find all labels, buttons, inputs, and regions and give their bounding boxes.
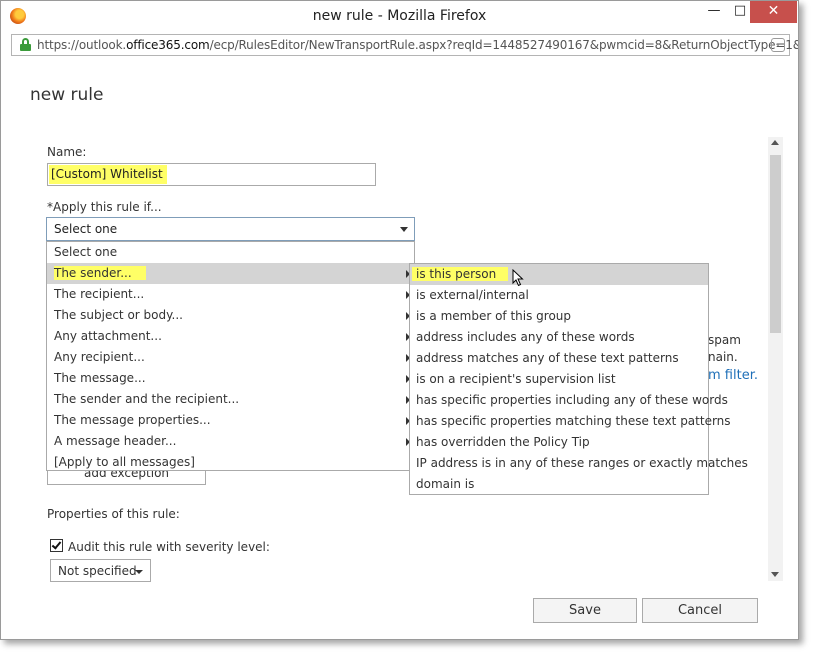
submenu-item-domain-is[interactable]: domain is bbox=[410, 474, 708, 495]
address-bar[interactable]: https://outlook.office365.com/ecp/RulesE… bbox=[11, 34, 798, 56]
apply-rule-select[interactable]: Select one bbox=[46, 217, 415, 241]
pocket-icon[interactable]: ⌄ bbox=[771, 38, 785, 52]
spam-filter-link[interactable]: m filter. bbox=[708, 368, 758, 383]
name-input[interactable]: [Custom] Whitelist bbox=[47, 163, 376, 186]
properties-label: Properties of this rule: bbox=[47, 507, 180, 521]
menu-item-message-properties[interactable]: The message properties... bbox=[47, 410, 414, 431]
scrollbar-thumb[interactable] bbox=[770, 155, 781, 333]
audit-checkbox[interactable] bbox=[50, 539, 63, 552]
submenu-item-is-this-person[interactable]: is this person bbox=[410, 264, 708, 285]
sender-submenu: is this person is external/internal is a… bbox=[409, 263, 748, 495]
submenu-item-overridden-policy-tip[interactable]: has overridden the Policy Tip bbox=[410, 432, 708, 453]
severity-value: Not specified bbox=[58, 564, 137, 578]
save-button[interactable]: Save bbox=[533, 598, 637, 623]
lock-icon bbox=[20, 38, 31, 51]
name-label: Name: bbox=[47, 145, 87, 159]
chevron-down-icon bbox=[135, 570, 143, 574]
menu-item-sender-and-recipient[interactable]: The sender and the recipient... bbox=[47, 389, 414, 410]
apply-rule-selected: Select one bbox=[54, 222, 118, 236]
menu-item-sender[interactable]: The sender... bbox=[47, 263, 414, 284]
condition-menu: Select one The sender... The recipient..… bbox=[46, 241, 415, 471]
apply-rule-label: *Apply this rule if... bbox=[47, 200, 162, 214]
menu-item-attachment[interactable]: Any attachment... bbox=[47, 326, 414, 347]
menu-item-select-one[interactable]: Select one bbox=[47, 242, 414, 263]
chevron-down-icon bbox=[400, 227, 408, 232]
submenu-item-supervision-list[interactable]: is on a recipient's supervision list bbox=[410, 369, 708, 390]
title-bar: new rule - Mozilla Firefox — □ ✕ bbox=[1, 1, 798, 31]
submenu-item-properties-including[interactable]: has specific properties including any of… bbox=[410, 390, 728, 411]
submenu-item-member-of-group[interactable]: is a member of this group bbox=[410, 306, 708, 327]
menu-item-subject-body[interactable]: The subject or body... bbox=[47, 305, 414, 326]
url-text[interactable]: https://outlook.office365.com/ecp/RulesE… bbox=[37, 38, 798, 52]
close-window-button[interactable]: ✕ bbox=[750, 1, 797, 23]
menu-item-apply-all[interactable]: [Apply to all messages] bbox=[47, 452, 414, 473]
severity-select[interactable]: Not specified bbox=[50, 559, 151, 582]
submenu-item-address-includes[interactable]: address includes any of these words bbox=[410, 327, 708, 348]
menu-item-message[interactable]: The message... bbox=[47, 368, 414, 389]
url-domain: office365.com bbox=[126, 38, 210, 52]
hidden-text-line1: spam bbox=[708, 333, 741, 347]
browser-window: new rule - Mozilla Firefox — □ ✕ https:/… bbox=[0, 0, 799, 640]
mouse-pointer-icon bbox=[512, 269, 524, 287]
minimize-button[interactable]: — bbox=[701, 1, 727, 23]
window-title: new rule - Mozilla Firefox bbox=[312, 8, 487, 24]
audit-label: Audit this rule with severity level: bbox=[68, 540, 270, 554]
submenu-item-address-matches[interactable]: address matches any of these text patter… bbox=[410, 348, 708, 369]
menu-item-message-header[interactable]: A message header... bbox=[47, 431, 414, 452]
scroll-down-icon[interactable] bbox=[771, 572, 779, 577]
submenu-item-external-internal[interactable]: is external/internal bbox=[410, 285, 708, 306]
scroll-up-icon[interactable] bbox=[771, 140, 779, 145]
menu-item-any-recipient[interactable]: Any recipient... bbox=[47, 347, 414, 368]
dialog-content: new rule Name: [Custom] Whitelist *Apply… bbox=[11, 57, 790, 639]
checkmark-icon bbox=[51, 539, 62, 550]
scrollbar[interactable] bbox=[768, 137, 783, 581]
cancel-button[interactable]: Cancel bbox=[642, 598, 758, 623]
page-title: new rule bbox=[30, 85, 104, 105]
menu-item-recipient[interactable]: The recipient... bbox=[47, 284, 414, 305]
name-value: [Custom] Whitelist bbox=[49, 165, 167, 184]
submenu-item-properties-matching[interactable]: has specific properties matching these t… bbox=[410, 411, 731, 432]
hidden-text-line2: nain. bbox=[708, 350, 738, 364]
submenu-item-ip-address[interactable]: IP address is in any of these ranges or … bbox=[410, 453, 748, 474]
